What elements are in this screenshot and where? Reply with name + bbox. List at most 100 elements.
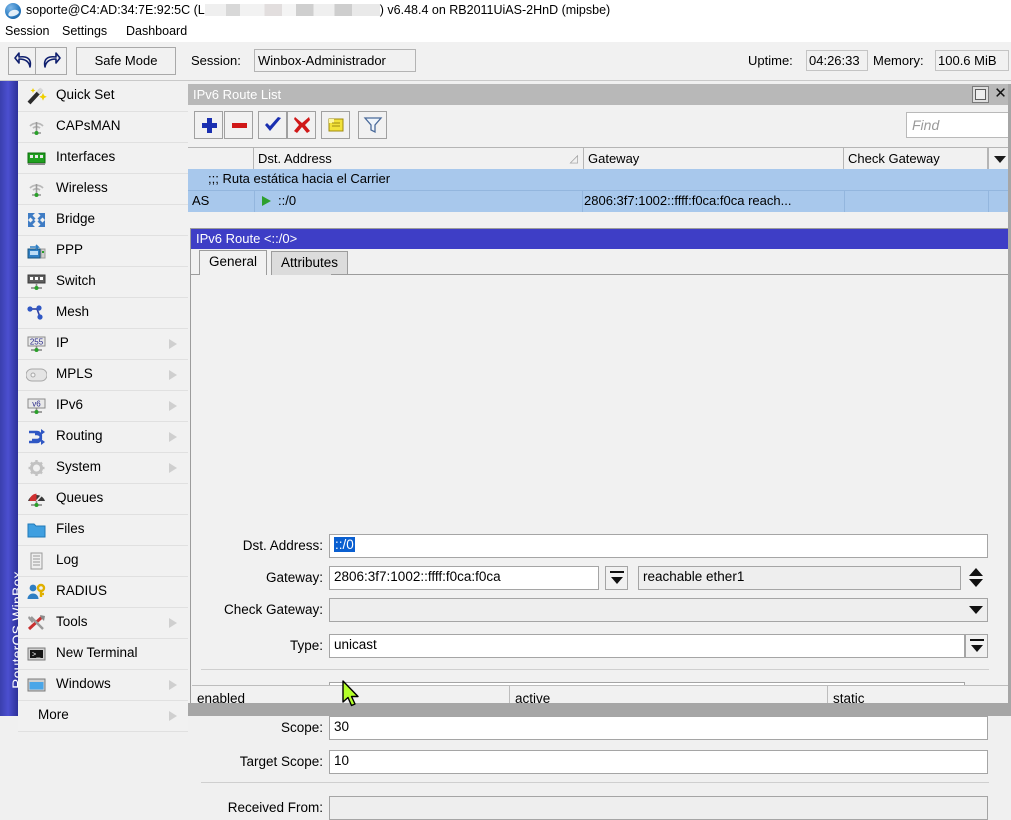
check-gateway-input[interactable]: [329, 598, 988, 622]
sidebar-item-queues[interactable]: Queues: [18, 484, 188, 515]
sidebar-item-label: More: [38, 707, 69, 722]
column-header-gateway[interactable]: Gateway: [584, 148, 844, 169]
tab-attributes[interactable]: Attributes: [271, 251, 348, 275]
check-gateway-dropdown-icon[interactable]: [969, 606, 983, 614]
sidebar-item-quick-set[interactable]: Quick Set: [18, 81, 188, 112]
comment-button[interactable]: [321, 111, 350, 139]
disable-button[interactable]: [287, 111, 316, 139]
type-input[interactable]: unicast: [329, 634, 965, 658]
type-dropdown-button[interactable]: [965, 634, 988, 658]
dst-address-label: Dst. Address:: [201, 538, 323, 553]
gear-icon: [26, 458, 47, 478]
remove-button[interactable]: [224, 111, 253, 139]
section-divider: [201, 782, 989, 783]
memory-label: Memory:: [873, 53, 924, 68]
sidebar-item-ppp[interactable]: PPP: [18, 236, 188, 267]
target-scope-input[interactable]: 10: [329, 750, 988, 774]
sidebar-item-bridge[interactable]: Bridge: [18, 205, 188, 236]
sidebar-item-label: Windows: [56, 676, 111, 691]
route-dst-address: ::/0: [278, 193, 296, 208]
sidebar-item-switch[interactable]: Switch: [18, 267, 188, 298]
dst-address-input[interactable]: ::/0: [329, 534, 988, 558]
dialog-title: IPv6 Route <::/0>: [196, 231, 297, 246]
add-button[interactable]: [194, 111, 223, 139]
column-header-flags[interactable]: [188, 148, 254, 169]
sidebar-item-capsman[interactable]: CAPsMAN: [18, 112, 188, 143]
safe-mode-button[interactable]: Safe Mode: [76, 47, 176, 75]
route-active-arrow-icon: [262, 196, 271, 206]
session-name-field[interactable]: Winbox-Administrador: [254, 49, 416, 72]
sidebar-item-tools[interactable]: Tools: [18, 608, 188, 639]
column-header-check-gateway[interactable]: Check Gateway: [844, 148, 988, 169]
menu-item-session[interactable]: Session: [5, 24, 49, 38]
sidebar-item-label: System: [56, 459, 101, 474]
memory-value: 100.6 MiB: [935, 50, 1009, 71]
maximize-icon[interactable]: [972, 86, 989, 103]
chevron-right-icon: [169, 711, 177, 721]
uptime-value: 04:26:33: [806, 50, 868, 71]
sidebar-item-log[interactable]: Log: [18, 546, 188, 577]
gateway-spinner-down-icon[interactable]: [969, 579, 983, 587]
section-divider: [201, 669, 989, 670]
sidebar-item-label: New Terminal: [56, 645, 138, 660]
title-text-before: soporte@C4:AD:34:7E:92:5C (L: [26, 3, 205, 17]
gateway-input[interactable]: 2806:3f7:1002::ffff:f0ca:f0ca: [329, 566, 599, 590]
scope-label: Scope:: [201, 720, 323, 735]
filter-button[interactable]: [358, 111, 387, 139]
gateway-spinner-up-icon[interactable]: [969, 568, 983, 576]
check-gateway-label: Check Gateway:: [201, 602, 323, 617]
sidebar-item-ip[interactable]: 255 IP: [18, 329, 188, 360]
column-header-dst-address[interactable]: Dst. Address ◿: [254, 148, 584, 169]
chevron-right-icon: [169, 463, 177, 473]
table-row[interactable]: ;;; Ruta estática hacia el Carrier: [188, 169, 1011, 190]
sidebar-item-windows[interactable]: Windows: [18, 670, 188, 701]
enable-button[interactable]: [258, 111, 287, 139]
dst-address-value: ::/0: [334, 537, 355, 552]
gateway-status-field: reachable ether1: [638, 566, 961, 590]
tools-icon: [26, 613, 47, 633]
sidebar-item-ipv6[interactable]: v6 IPv6: [18, 391, 188, 422]
scope-input[interactable]: 30: [329, 716, 988, 740]
find-input[interactable]: Find: [906, 112, 1011, 138]
column-header-label: Dst. Address: [258, 151, 332, 166]
sidebar-item-new-terminal[interactable]: >_ New Terminal: [18, 639, 188, 670]
session-label: Session:: [191, 53, 241, 68]
check-icon: [263, 115, 283, 135]
sidebar-item-mpls[interactable]: MPLS: [18, 360, 188, 391]
table-row[interactable]: AS ::/0 2806:3f7:1002::ffff:f0ca:f0ca re…: [188, 190, 1011, 212]
note-icon: [326, 115, 346, 135]
sidebar-item-routing[interactable]: Routing: [18, 422, 188, 453]
log-scroll-icon: [26, 551, 47, 571]
menu-item-dashboard[interactable]: Dashboard: [126, 24, 187, 38]
sidebar-item-system[interactable]: System: [18, 453, 188, 484]
sidebar-item-label: Log: [56, 552, 79, 567]
switch-icon: [26, 272, 47, 292]
chevron-right-icon: [169, 370, 177, 380]
gateway-dropdown-button[interactable]: [605, 566, 628, 590]
sidebar-item-wireless[interactable]: Wireless: [18, 174, 188, 205]
close-icon[interactable]: ✕: [992, 86, 1009, 103]
sidebar-item-label: Routing: [56, 428, 103, 443]
plus-icon: [199, 115, 219, 135]
sidebar-item-mesh[interactable]: Mesh: [18, 298, 188, 329]
target-scope-label: Target Scope:: [201, 754, 323, 769]
mouse-cursor: [342, 680, 362, 710]
sidebar-item-radius[interactable]: RADIUS: [18, 577, 188, 608]
main-menu-bar: Session Settings Dashboard: [0, 22, 1011, 42]
antenna-icon: [26, 117, 47, 137]
svg-text:255: 255: [30, 338, 44, 347]
terminal-icon: >_: [26, 644, 47, 664]
ipv6-icon: v6: [26, 396, 47, 416]
route-comment: ;;; Ruta estática hacia el Carrier: [208, 171, 390, 186]
sidebar-item-files[interactable]: Files: [18, 515, 188, 546]
sidebar-menu: Quick Set CAPsMAN: [18, 81, 188, 732]
redo-button[interactable]: [35, 47, 67, 75]
bridge-arrows-icon: [26, 210, 47, 230]
sidebar-item-interfaces[interactable]: Interfaces: [18, 143, 188, 174]
sidebar-item-label: Files: [56, 521, 85, 536]
route-gateway: 2806:3f7:1002::ffff:f0ca:f0ca reach...: [584, 193, 791, 208]
queues-gauge-icon: [26, 489, 47, 509]
menu-item-settings[interactable]: Settings: [62, 24, 107, 38]
tab-general[interactable]: General: [199, 250, 267, 275]
sidebar-item-more[interactable]: More: [18, 701, 188, 732]
